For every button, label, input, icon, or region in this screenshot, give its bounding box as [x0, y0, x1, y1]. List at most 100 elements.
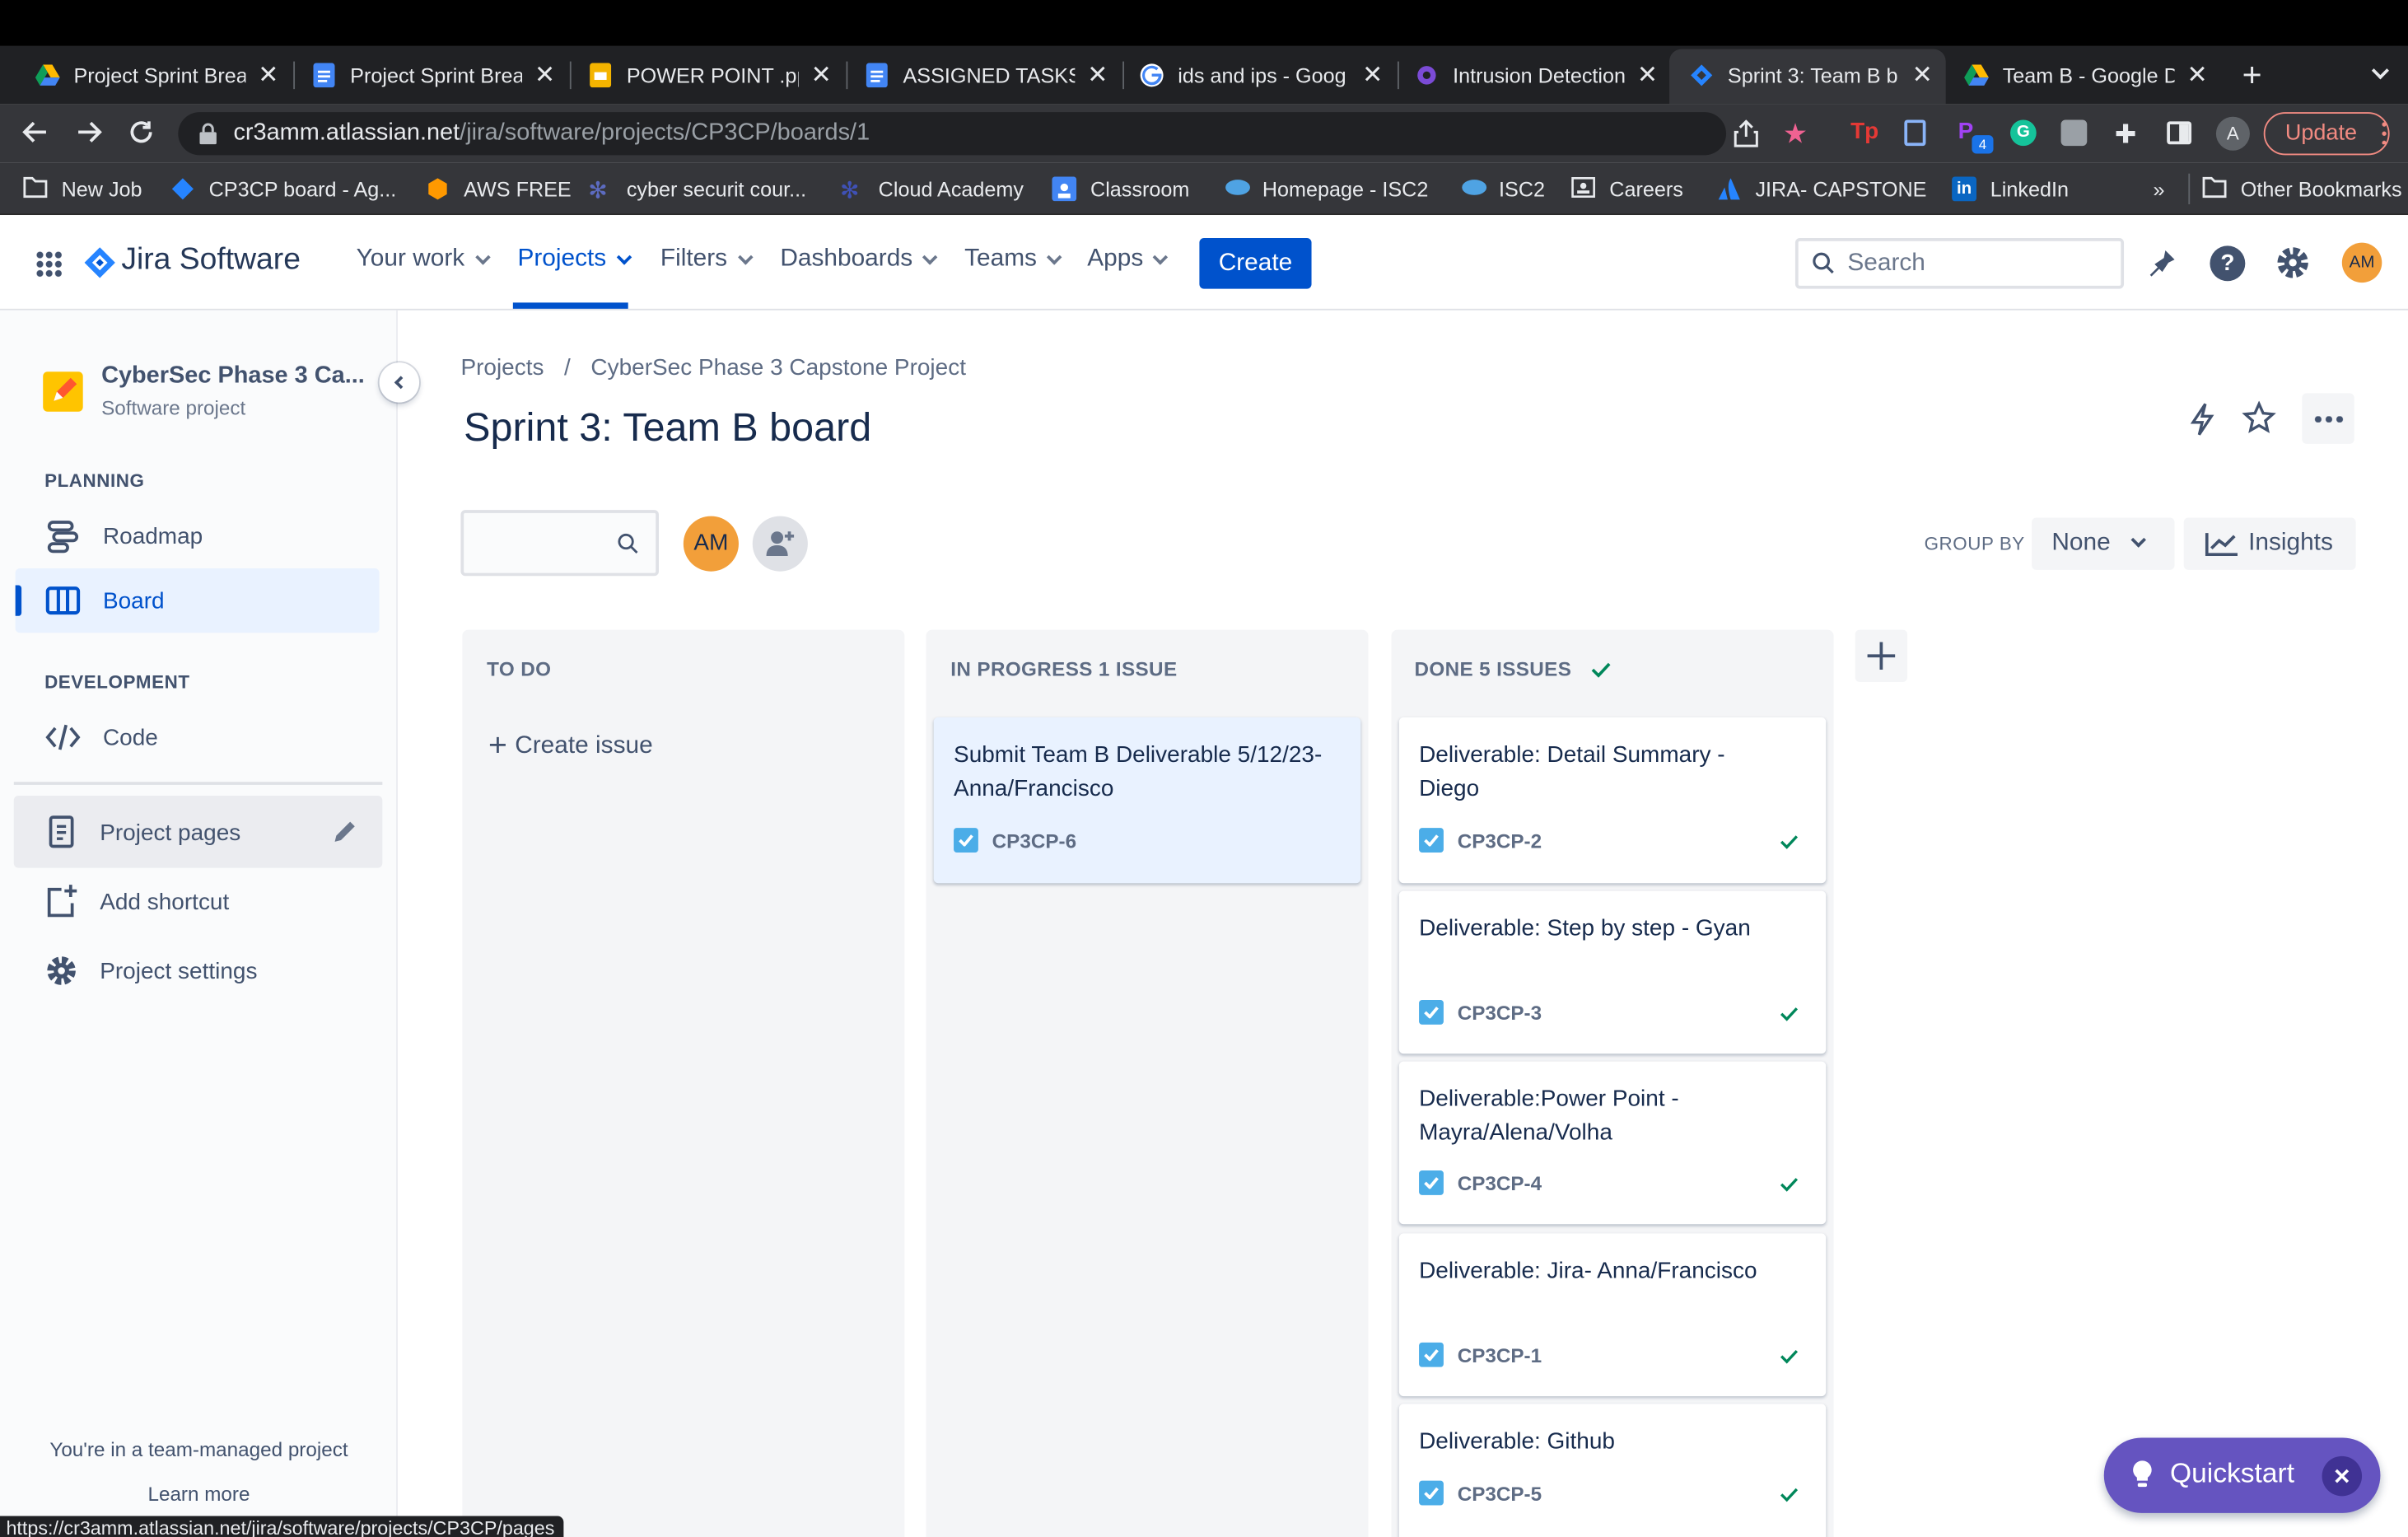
quickstart-button[interactable]: Quickstart ✕ — [2103, 1437, 2381, 1513]
automation-icon[interactable] — [2186, 403, 2217, 444]
bookmark-aws-free[interactable]: AWS FREE — [426, 174, 572, 204]
add-people-button[interactable] — [752, 516, 808, 572]
group-by-select[interactable]: None — [2032, 517, 2175, 570]
user-avatar[interactable]: AM — [2341, 242, 2382, 283]
project-name[interactable]: CyberSec Phase 3 Ca... — [101, 362, 365, 390]
bookmark-homepage-isc2[interactable]: Homepage - ISC2 — [1224, 174, 1428, 204]
nav-filters[interactable]: Filters — [660, 245, 753, 273]
close-icon[interactable]: ✕ — [2322, 1455, 2363, 1497]
close-icon[interactable]: ✕ — [1087, 60, 1108, 91]
cloud-icon — [1460, 176, 1487, 201]
settings-gear-icon[interactable] — [2275, 245, 2312, 289]
browser-tab-5[interactable]: ids and ips - Goog ✕ — [1140, 57, 1383, 94]
bookmark-jira-capstone[interactable]: JIRA- CAPSTONE — [1717, 174, 1926, 204]
grammarly-icon[interactable]: G — [2010, 119, 2037, 147]
sidebar-item-project-settings[interactable]: Project settings — [44, 952, 257, 989]
browser-tab-3[interactable]: POWER POINT .pp ✕ — [588, 57, 832, 94]
browser-tab-8[interactable]: Team B - Google D ✕ — [1964, 57, 2207, 94]
nav-dashboards[interactable]: Dashboards — [780, 245, 938, 273]
bookmark-cyber-security-course[interactable]: ✻ cyber securit cour... — [588, 174, 806, 204]
product-name[interactable]: Jira Software — [121, 243, 301, 278]
browser-tab-2[interactable]: Project Sprint Brea ✕ — [312, 57, 555, 94]
issue-card[interactable]: Submit Team B Deliverable 5/12/23- Anna/… — [933, 717, 1361, 884]
issue-card[interactable]: Deliverable:Power Point - Mayra/Alena/Vo… — [1398, 1061, 1827, 1225]
profile-avatar[interactable]: A — [2215, 116, 2250, 151]
update-button[interactable]: Update — [2263, 112, 2390, 156]
bookmark-cloud-academy[interactable]: ✻ Cloud Academy — [840, 174, 1024, 204]
issue-key[interactable]: CP3CP-4 — [1458, 1172, 1542, 1195]
star-icon[interactable] — [2242, 400, 2276, 442]
close-icon[interactable]: ✕ — [2186, 60, 2207, 91]
close-icon[interactable]: ✕ — [534, 60, 555, 91]
forward-icon[interactable] — [75, 119, 103, 154]
notifications-icon[interactable] — [2144, 247, 2177, 288]
close-icon[interactable]: ✕ — [811, 60, 832, 91]
assignee-filter-avatar[interactable]: AM — [683, 516, 739, 572]
breadcrumb-project[interactable]: CyberSec Phase 3 Capstone Project — [590, 355, 966, 381]
new-tab-icon[interactable]: + — [2242, 56, 2262, 94]
extension-badge-icon[interactable]: P 4 — [1958, 119, 1995, 158]
help-icon[interactable]: ? — [2210, 245, 2246, 282]
bookmark-other-bookmarks[interactable]: Other Bookmarks — [2202, 174, 2402, 204]
global-search-input[interactable]: Search — [1794, 238, 2125, 289]
issue-key[interactable]: CP3CP-5 — [1458, 1483, 1542, 1506]
browser-tab-1[interactable]: Project Sprint Brea ✕ — [35, 57, 278, 94]
browser-menu-icon[interactable] — [2382, 119, 2387, 145]
side-panel-icon[interactable] — [2167, 121, 2192, 145]
share-icon[interactable] — [1734, 119, 1758, 155]
extension-clipboard-icon[interactable] — [1904, 119, 1926, 147]
edit-pencil-icon[interactable] — [330, 815, 361, 854]
sidebar-item-project-pages-content[interactable]: Project pages — [44, 814, 240, 851]
issue-key[interactable]: CP3CP-1 — [1458, 1344, 1542, 1367]
issue-card[interactable]: Deliverable: Github CP3CP-5 — [1398, 1404, 1827, 1537]
close-icon[interactable]: ✕ — [1912, 60, 1933, 91]
bookmark-linkedin[interactable]: in LinkedIn — [1952, 174, 2069, 204]
nav-your-work[interactable]: Your work — [357, 245, 490, 273]
create-button[interactable]: Create — [1199, 238, 1312, 289]
bookmark-classroom[interactable]: Classroom — [1052, 174, 1189, 204]
nav-apps[interactable]: Apps — [1087, 245, 1169, 273]
breadcrumb-projects[interactable]: Projects — [460, 355, 544, 381]
browser-tab-6[interactable]: Intrusion Detection ✕ — [1414, 57, 1658, 94]
url-text[interactable]: cr3amm.atlassian.net/jira/software/proje… — [233, 119, 870, 147]
close-icon[interactable]: ✕ — [1362, 60, 1383, 91]
extension-tp-icon[interactable]: Tp — [1850, 119, 1878, 145]
extensions-puzzle-icon[interactable]: ✚ — [2115, 119, 2137, 150]
bookmark-new-job[interactable]: New Job — [23, 174, 142, 204]
browser-tab-4[interactable]: ASSIGNED TASKS ✕ — [865, 57, 1108, 94]
more-actions-button[interactable] — [2302, 393, 2354, 444]
create-issue-button[interactable]: + Create issue — [488, 730, 653, 762]
back-icon[interactable] — [21, 119, 49, 154]
bookmark-isc2[interactable]: ISC2 — [1460, 174, 1545, 204]
nav-projects[interactable]: Projects — [517, 245, 632, 273]
sidebar-item-add-shortcut[interactable]: Add shortcut — [44, 883, 229, 920]
jira-logo-icon[interactable] — [84, 247, 115, 286]
learn-more-link[interactable]: Learn more — [0, 1483, 398, 1506]
issue-card[interactable]: Deliverable: Detail Summary - Diego CP3C… — [1398, 717, 1827, 884]
issue-key[interactable]: CP3CP-6 — [992, 829, 1076, 853]
collapse-sidebar-button[interactable] — [379, 362, 420, 403]
issue-key[interactable]: CP3CP-2 — [1458, 829, 1542, 853]
nav-teams[interactable]: Teams — [964, 245, 1062, 273]
issue-card[interactable]: Deliverable: Step by step - Gyan CP3CP-3 — [1398, 890, 1827, 1054]
bookmark-careers[interactable]: Careers — [1571, 174, 1683, 204]
browser-tab-7-active[interactable]: Sprint 3: Team B b ✕ — [1689, 57, 1933, 94]
lock-icon[interactable] — [199, 123, 217, 152]
extension-gray-icon[interactable] — [2060, 119, 2088, 147]
close-icon[interactable]: ✕ — [258, 60, 278, 91]
close-icon[interactable]: ✕ — [1637, 60, 1658, 91]
add-column-button[interactable] — [1855, 629, 1908, 682]
project-avatar-icon[interactable] — [43, 371, 83, 412]
bookmark-cp3cp-board[interactable]: CP3CP board - Ag... — [170, 174, 396, 204]
bookmark-star-icon[interactable]: ★ — [1783, 119, 1808, 151]
sidebar-item-code[interactable]: Code — [44, 721, 158, 754]
issue-key[interactable]: CP3CP-3 — [1458, 1002, 1542, 1025]
app-switcher-icon[interactable] — [35, 250, 63, 278]
issue-card[interactable]: Deliverable: Jira- Anna/Francisco CP3CP-… — [1398, 1233, 1827, 1397]
insights-button[interactable]: Insights — [2183, 517, 2356, 570]
sidebar-item-board-content[interactable]: Board — [44, 584, 165, 618]
bookmarks-overflow[interactable]: » — [2153, 174, 2164, 204]
sidebar-item-roadmap[interactable]: Roadmap — [44, 519, 203, 554]
reload-icon[interactable] — [128, 119, 156, 154]
board-search-input[interactable] — [460, 510, 659, 577]
